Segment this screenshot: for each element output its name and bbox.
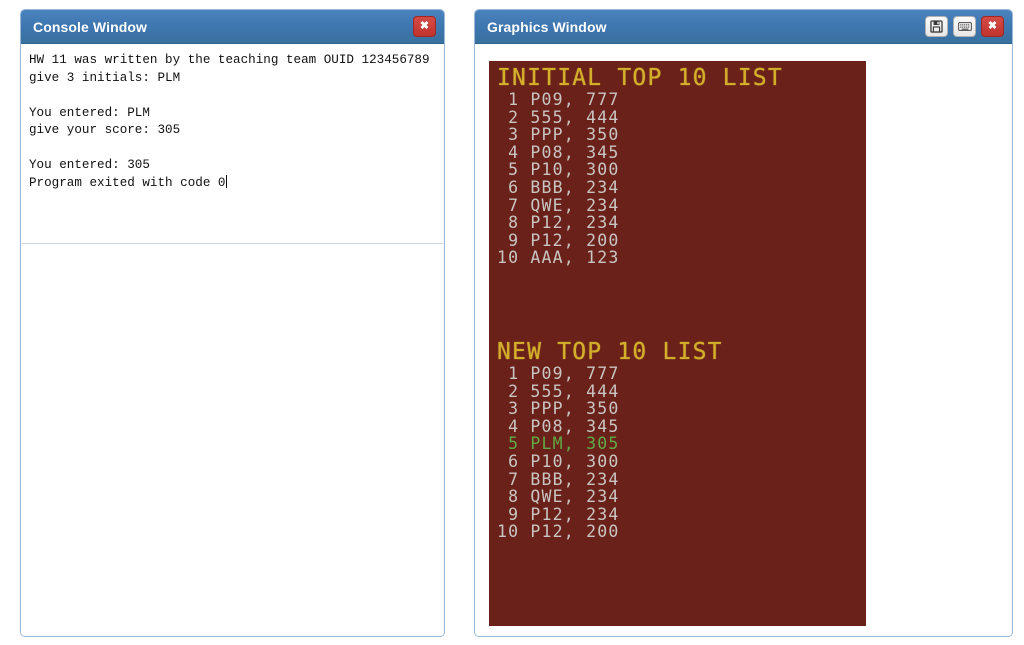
graphics-window: Graphics Window ✖ INITIAL TOP 10 LIST 1 … xyxy=(474,9,1013,637)
save-icon xyxy=(930,20,943,33)
score-row: 6 P10, 300 xyxy=(497,451,620,471)
score-row: 7 QWE, 234 xyxy=(497,195,620,215)
score-row: 4 P08, 345 xyxy=(497,142,620,162)
console-output-text: HW 11 was written by the teaching team O… xyxy=(29,53,430,190)
graphics-keyboard-button[interactable] xyxy=(953,16,976,37)
score-row: 6 BBB, 234 xyxy=(497,177,620,197)
graphics-body: INITIAL TOP 10 LIST 1 P09, 777 2 555, 44… xyxy=(475,44,1012,636)
score-row: 7 BBB, 234 xyxy=(497,469,620,489)
score-row: 5 PLM, 305 xyxy=(497,434,620,454)
score-row: 2 555, 444 xyxy=(497,381,620,401)
console-caret xyxy=(225,174,227,188)
score-row: 1 P09, 777 xyxy=(497,90,620,109)
close-icon: ✖ xyxy=(419,20,430,32)
graphics-save-button[interactable] xyxy=(925,16,948,37)
screen-root: Console Window ✖ HW 11 was written by th… xyxy=(0,0,1024,645)
score-row: 8 P12, 234 xyxy=(497,213,620,233)
score-row: 10 P12, 200 xyxy=(497,522,620,542)
graphics-titlebar-buttons: ✖ xyxy=(925,16,1004,37)
close-icon: ✖ xyxy=(987,20,998,32)
score-row: 9 P12, 234 xyxy=(497,504,620,524)
score-row: 10 AAA, 123 xyxy=(497,248,620,268)
console-window-title: Console Window xyxy=(33,18,148,35)
score-row: 5 P10, 300 xyxy=(497,160,620,180)
graphics-window-title: Graphics Window xyxy=(487,18,607,35)
console-body[interactable]: HW 11 was written by the teaching team O… xyxy=(21,44,444,636)
initial-top-10-list: 1 P09, 777 2 555, 444 3 PPP, 350 4 P08, … xyxy=(497,91,619,267)
console-close-button[interactable]: ✖ xyxy=(413,16,436,37)
graphics-close-button[interactable]: ✖ xyxy=(981,16,1004,37)
console-titlebar: Console Window ✖ xyxy=(21,10,444,44)
score-row: 2 555, 444 xyxy=(497,107,620,127)
console-window: Console Window ✖ HW 11 was written by th… xyxy=(20,9,445,637)
new-top-10-list: 1 P09, 777 2 555, 444 3 PPP, 350 4 P08, … xyxy=(497,365,619,541)
console-titlebar-buttons: ✖ xyxy=(413,16,436,37)
initial-list-header: INITIAL TOP 10 LIST xyxy=(497,65,783,91)
graphics-canvas[interactable]: INITIAL TOP 10 LIST 1 P09, 777 2 555, 44… xyxy=(489,61,866,626)
new-list-header: NEW TOP 10 LIST xyxy=(497,339,723,365)
score-row: 8 QWE, 234 xyxy=(497,487,620,507)
score-row: 4 P08, 345 xyxy=(497,416,620,436)
score-row: 3 PPP, 350 xyxy=(497,125,620,145)
graphics-titlebar: Graphics Window ✖ xyxy=(475,10,1012,44)
score-row: 1 P09, 777 xyxy=(497,364,620,383)
console-divider xyxy=(22,243,443,244)
score-row: 9 P12, 200 xyxy=(497,230,620,250)
keyboard-icon xyxy=(957,22,972,31)
score-row: 3 PPP, 350 xyxy=(497,399,620,419)
